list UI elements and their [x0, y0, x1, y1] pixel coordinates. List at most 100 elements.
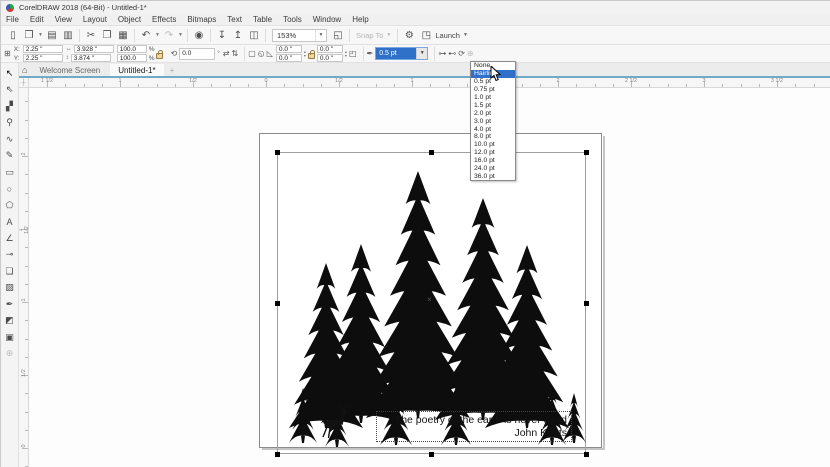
outline-width-combo[interactable]: 0.5 pt ▼: [375, 47, 428, 60]
selection-handle[interactable]: [429, 452, 434, 457]
export-button[interactable]: ↥: [230, 28, 246, 43]
object-width-field[interactable]: 3.928 ": [74, 45, 114, 53]
zoom-tool[interactable]: ⚲: [2, 115, 18, 132]
menu-tools[interactable]: Tools: [283, 15, 302, 24]
polygon-tool[interactable]: ⬠: [2, 197, 18, 214]
zoom-dropdown-arrow[interactable]: ▼: [315, 30, 326, 41]
selection-handle[interactable]: [275, 150, 280, 155]
smart-fill-tool[interactable]: ▣: [2, 329, 18, 346]
outline-width-option-0-75-pt[interactable]: 0.75 pt: [471, 86, 515, 94]
scale-h-field[interactable]: 100.0: [117, 45, 147, 53]
x-position-field[interactable]: 2.25 ": [23, 45, 63, 53]
add-tool-button[interactable]: ⊕: [2, 346, 18, 363]
mirror-vertical-button[interactable]: ⇅: [232, 49, 239, 58]
object-height-field[interactable]: 3.874 ": [71, 54, 111, 62]
selection-handle[interactable]: [275, 301, 280, 306]
menubar-extra-icon-2[interactable]: ▭: [331, 16, 338, 24]
full-screen-preview-button[interactable]: ◱: [330, 28, 346, 43]
selection-handle[interactable]: [584, 150, 589, 155]
scale-v-field[interactable]: 100.0: [117, 54, 147, 62]
corner-round-button[interactable]: ▢: [248, 49, 256, 58]
quote-text-frame[interactable]: The poetry of the earth is never dead Jo…: [376, 411, 572, 442]
ellipse-tool[interactable]: ○: [2, 181, 18, 198]
zoom-level-combo[interactable]: 153%▼: [272, 29, 327, 42]
interactive-fill-tool[interactable]: ◩: [2, 313, 18, 330]
rotation-angle-field[interactable]: 0.0: [179, 48, 215, 60]
open-button[interactable]: ❒: [21, 28, 37, 43]
tab-welcome-screen[interactable]: Welcome Screen: [31, 64, 108, 77]
launch-dropdown[interactable]: ◳Launch▼: [420, 28, 468, 43]
snap-to-dropdown[interactable]: Snap To▼: [356, 31, 391, 40]
corner-stepper-2[interactable]: ▴▾: [345, 50, 347, 57]
lock-ratio-icon[interactable]: [156, 53, 163, 59]
corner-radius-br-field[interactable]: 0.0 ": [317, 54, 343, 62]
menu-layout[interactable]: Layout: [83, 15, 107, 24]
outline-width-option-10-0-pt[interactable]: 10.0 pt: [471, 141, 515, 149]
import-button[interactable]: ↧: [214, 28, 230, 43]
convert-to-curves-button[interactable]: ⟳: [458, 49, 465, 58]
transparency-tool[interactable]: ▨: [2, 280, 18, 297]
copy-button[interactable]: ❐: [99, 28, 115, 43]
dimension-tool[interactable]: ∠: [2, 230, 18, 247]
wrap-text-button[interactable]: ⊶: [438, 49, 446, 58]
pick-tool[interactable]: ↖: [2, 65, 18, 82]
corner-stepper-1[interactable]: ▴▾: [304, 50, 306, 57]
selection-handle[interactable]: [275, 452, 280, 457]
crop-tool[interactable]: ▞: [2, 98, 18, 115]
outline-width-option-4-0-pt[interactable]: 4.0 pt: [471, 125, 515, 133]
menu-file[interactable]: File: [6, 15, 19, 24]
menu-text[interactable]: Text: [227, 15, 242, 24]
shape-tool[interactable]: ⇖: [2, 82, 18, 99]
undo-button[interactable]: ↶: [138, 28, 154, 43]
color-eyedropper-tool[interactable]: ✒: [2, 296, 18, 313]
corner-lock-icon[interactable]: [308, 53, 315, 59]
tab-untitled-document[interactable]: Untitled-1*: [110, 64, 163, 77]
redo-dropdown[interactable]: ▼: [177, 32, 184, 38]
rectangle-tool[interactable]: ▭: [2, 164, 18, 181]
add-property-button[interactable]: ⊕: [467, 49, 474, 58]
publish-to-pdf-button[interactable]: ◫: [246, 28, 262, 43]
paste-button[interactable]: ▦: [115, 28, 131, 43]
corner-radius-tl-field[interactable]: 0.0 ": [276, 45, 302, 53]
selection-handle[interactable]: [584, 452, 589, 457]
selection-handle[interactable]: [584, 301, 589, 306]
selection-handle[interactable]: [429, 150, 434, 155]
outline-width-option-1-0-pt[interactable]: 1.0 pt: [471, 94, 515, 102]
save-button[interactable]: ▤: [44, 28, 60, 43]
drop-shadow-tool[interactable]: ❏: [2, 263, 18, 280]
outline-width-option-8-0-pt[interactable]: 8.0 pt: [471, 133, 515, 141]
new-tab-button[interactable]: +: [170, 66, 175, 75]
outline-width-option-16-0-pt[interactable]: 16.0 pt: [471, 157, 515, 165]
outline-width-dropdown-arrow[interactable]: ▼: [416, 48, 427, 59]
corner-radius-bl-field[interactable]: 0.0 ": [276, 54, 302, 62]
edit-corners-button[interactable]: ◰: [349, 49, 357, 58]
outline-width-option-3-0-pt[interactable]: 3.0 pt: [471, 117, 515, 125]
menubar-extra-icon-1[interactable]: ⌐: [319, 17, 323, 24]
options-gear-button[interactable]: ⚙: [401, 28, 417, 43]
horizontal-ruler[interactable]: 1 1/211/201/211 1/222 1/233 1/2: [29, 78, 830, 88]
search-content-button[interactable]: ◉: [191, 28, 207, 43]
print-button[interactable]: ▥: [60, 28, 76, 43]
menu-edit[interactable]: Edit: [30, 15, 44, 24]
redo-button[interactable]: ↷: [161, 28, 177, 43]
y-position-field[interactable]: 2.25 ": [23, 54, 63, 62]
freehand-tool[interactable]: ∿: [2, 131, 18, 148]
undo-dropdown[interactable]: ▼: [154, 32, 161, 38]
cut-button[interactable]: ✂: [83, 28, 99, 43]
outline-width-option-36-0-pt[interactable]: 36.0 pt: [471, 172, 515, 180]
corner-scalloped-button[interactable]: ◵: [258, 49, 265, 58]
menu-effects[interactable]: Effects: [152, 15, 176, 24]
outline-width-option-24-0-pt[interactable]: 24.0 pt: [471, 165, 515, 173]
menu-table[interactable]: Table: [253, 15, 272, 24]
connector-tool[interactable]: ⊸: [2, 247, 18, 264]
menu-object[interactable]: Object: [118, 15, 141, 24]
menu-help[interactable]: Help: [352, 15, 368, 24]
new-document-button[interactable]: ▯: [5, 28, 21, 43]
ruler-origin-button[interactable]: ┼: [19, 78, 29, 88]
corner-chamfered-button[interactable]: ◺: [267, 49, 273, 58]
outline-width-option-1-5-pt[interactable]: 1.5 pt: [471, 101, 515, 109]
home-icon[interactable]: ⌂: [22, 65, 27, 75]
text-tool[interactable]: A: [2, 214, 18, 231]
menu-bitmaps[interactable]: Bitmaps: [187, 15, 216, 24]
artistic-media-tool[interactable]: ✎: [2, 148, 18, 165]
